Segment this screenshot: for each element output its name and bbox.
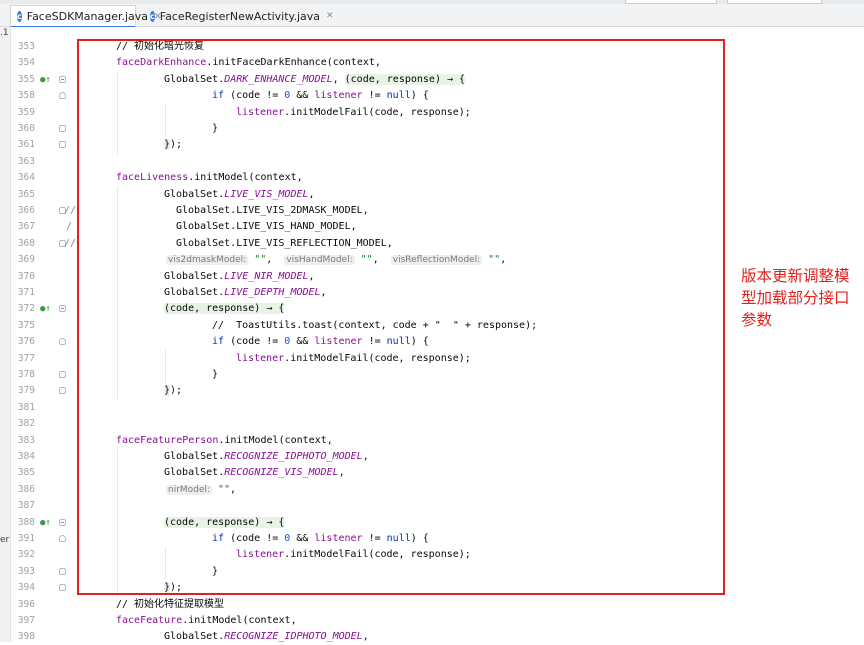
fold-icon[interactable] bbox=[59, 535, 66, 542]
line-number: 393 bbox=[17, 565, 35, 577]
annotation-note: 版本更新调整模型加载部分接口参数 bbox=[741, 267, 850, 329]
line-number: 368 bbox=[17, 237, 35, 249]
line-number: 398 bbox=[17, 631, 35, 643]
tab-label: FaceRegisterNewActivity.java bbox=[159, 9, 321, 23]
toolbar-button[interactable] bbox=[625, 0, 717, 4]
line-number: 386 bbox=[17, 483, 35, 495]
fold-icon[interactable] bbox=[59, 75, 66, 83]
line-number: 397 bbox=[17, 615, 35, 626]
implement-marker-icon[interactable]: ●↑ bbox=[40, 303, 51, 315]
fold-icon[interactable] bbox=[59, 92, 66, 100]
fold-icon[interactable] bbox=[59, 371, 66, 378]
implement-marker-icon[interactable]: ●↑ bbox=[40, 74, 51, 86]
line-number: 354 bbox=[17, 57, 35, 69]
line-number: 366 bbox=[17, 205, 35, 216]
annotation-highlight-box bbox=[77, 39, 725, 595]
line-number: 360 bbox=[17, 123, 35, 134]
code-comment: // 初始化特征提取模型 bbox=[116, 598, 225, 610]
fold-icon[interactable] bbox=[59, 338, 66, 346]
line-number: 353 bbox=[17, 41, 35, 52]
line-number: 376 bbox=[17, 336, 35, 348]
close-icon[interactable]: ✕ bbox=[326, 11, 334, 21]
tab-faceregisternewactivity[interactable]: c FaceRegisterNewActivity.java ✕ bbox=[144, 5, 334, 27]
line-number: 367 bbox=[17, 221, 35, 233]
line-number: 370 bbox=[17, 270, 35, 282]
line-number: 377 bbox=[17, 352, 35, 364]
line-number: 379 bbox=[17, 385, 35, 397]
code-line: 397 faceFeature.initModel(context, bbox=[0, 613, 864, 629]
line-number: 382 bbox=[17, 418, 35, 430]
fold-icon[interactable] bbox=[59, 567, 66, 575]
line-number: 359 bbox=[17, 106, 35, 118]
line-number: 375 bbox=[17, 319, 35, 331]
line-number: 388 bbox=[17, 516, 35, 528]
implement-marker-icon[interactable]: ●↑ bbox=[40, 517, 51, 529]
code-text: GlobalSet.RECOGNIZE_IDPHOTO_MODEL, bbox=[164, 631, 369, 643]
left-edge-text: .1 bbox=[0, 28, 9, 38]
line-number: 384 bbox=[17, 451, 35, 462]
fold-icon[interactable] bbox=[59, 387, 66, 395]
line-number: 381 bbox=[17, 401, 35, 413]
line-number: 396 bbox=[17, 598, 35, 610]
tab-facesdkmanager[interactable]: c FaceSDKManager.java ✕ bbox=[10, 5, 162, 28]
fold-icon[interactable] bbox=[59, 584, 66, 592]
code-line: 396 // 初始化特征提取模型 bbox=[0, 597, 864, 613]
fold-icon[interactable] bbox=[59, 141, 66, 149]
code-line: 398 GlobalSet.RECOGNIZE_IDPHOTO_MODEL, bbox=[0, 629, 864, 645]
line-number: 391 bbox=[17, 533, 35, 544]
line-number: 372 bbox=[17, 303, 35, 315]
line-number: 355 bbox=[17, 73, 35, 85]
line-number: 364 bbox=[17, 172, 35, 184]
line-number: 363 bbox=[17, 155, 35, 167]
java-class-icon: c bbox=[150, 10, 155, 22]
fold-icon[interactable] bbox=[59, 305, 66, 313]
line-number: 387 bbox=[17, 500, 35, 512]
line-number: 365 bbox=[17, 188, 35, 200]
code-text: faceFeature.initModel(context, bbox=[116, 615, 297, 626]
line-number: 394 bbox=[17, 582, 35, 594]
line-number: 358 bbox=[17, 90, 35, 102]
line-number: 383 bbox=[17, 434, 35, 446]
comment-marker: // bbox=[64, 237, 77, 249]
toolbar-button[interactable] bbox=[727, 0, 822, 4]
java-class-icon: c bbox=[17, 11, 22, 22]
editor-tab-bar: c FaceSDKManager.java ✕ c FaceRegisterNe… bbox=[0, 0, 864, 28]
line-number: 369 bbox=[17, 254, 35, 266]
line-number: 378 bbox=[17, 369, 35, 380]
line-number: 371 bbox=[17, 287, 35, 298]
fold-icon[interactable] bbox=[59, 518, 66, 526]
comment-marker: // bbox=[64, 205, 77, 216]
line-number: 385 bbox=[17, 467, 35, 479]
tab-label: FaceSDKManager.java bbox=[26, 10, 149, 23]
line-number: 361 bbox=[17, 139, 35, 151]
line-number: 392 bbox=[17, 549, 35, 561]
comment-marker: / bbox=[66, 221, 73, 233]
fold-icon[interactable] bbox=[59, 125, 66, 132]
